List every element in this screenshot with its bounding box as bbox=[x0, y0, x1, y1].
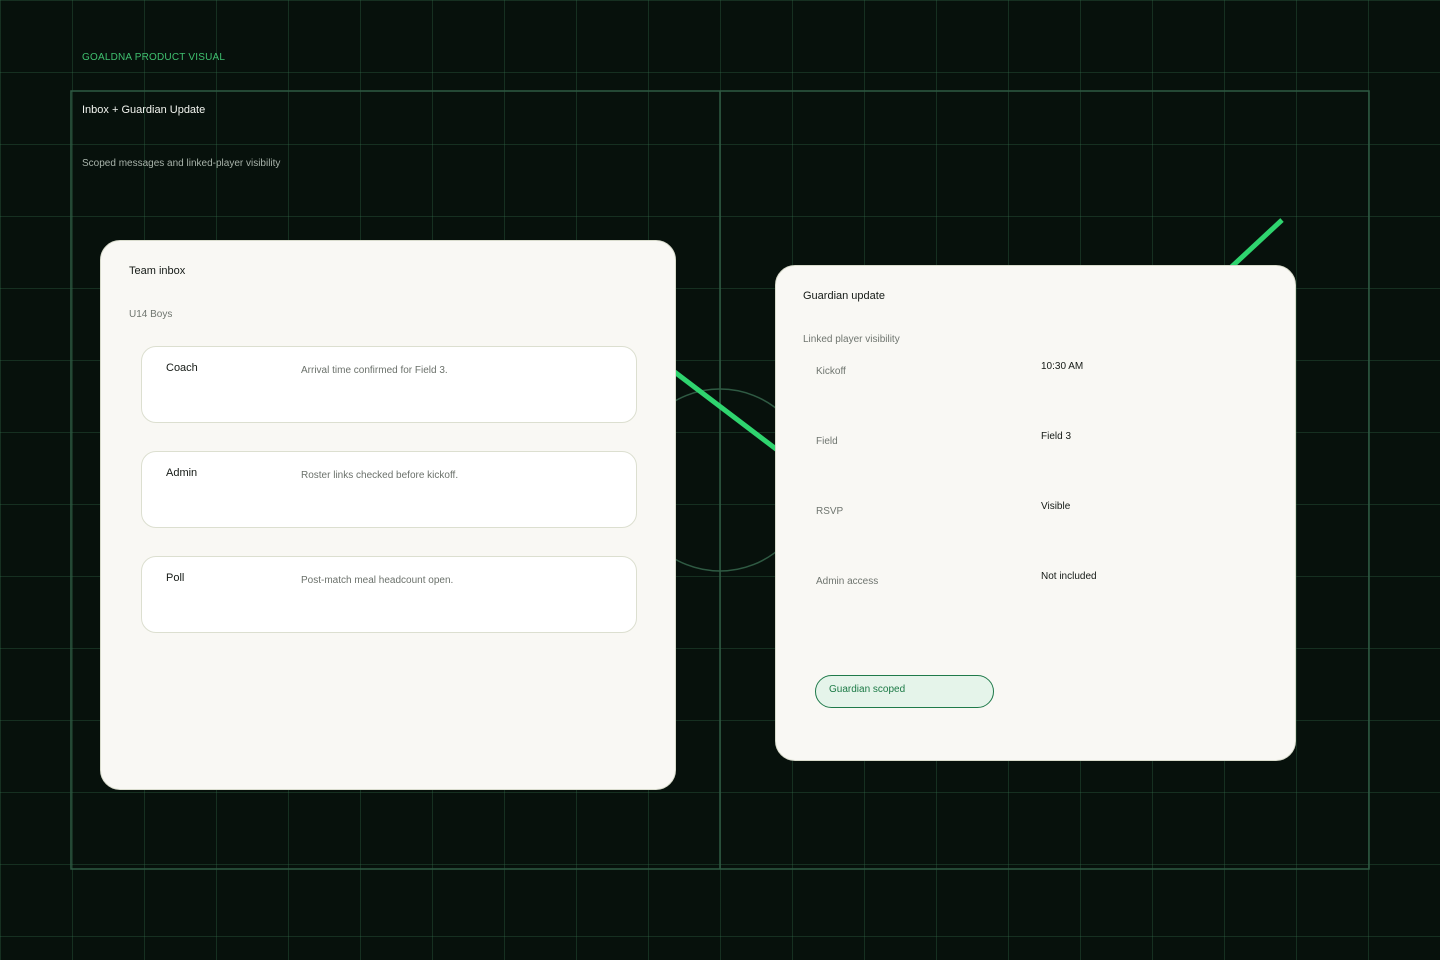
message-preview: Arrival time confirmed for Field 3. bbox=[301, 365, 448, 376]
detail-label-admin-access: Admin access bbox=[816, 576, 879, 587]
detail-label-kickoff: Kickoff bbox=[816, 366, 846, 377]
guardian-scoped-badge-label: Guardian scoped bbox=[829, 684, 906, 695]
message-item-coach[interactable]: Coach Arrival time confirmed for Field 3… bbox=[141, 346, 637, 423]
connector-line-left bbox=[670, 368, 782, 454]
detail-label-field: Field bbox=[816, 436, 838, 447]
message-preview: Post-match meal headcount open. bbox=[301, 575, 454, 586]
guardian-update-subtitle: Linked player visibility bbox=[803, 334, 900, 345]
page-title: Inbox + Guardian Update bbox=[82, 104, 206, 116]
message-sender: Admin bbox=[166, 467, 198, 479]
team-name: U14 Boys bbox=[129, 309, 173, 320]
detail-label-rsvp: RSVP bbox=[816, 506, 844, 517]
message-sender: Coach bbox=[166, 362, 198, 374]
detail-value-field: Field 3 bbox=[1041, 431, 1072, 442]
team-inbox-title: Team inbox bbox=[129, 265, 186, 277]
detail-value-rsvp: Visible bbox=[1041, 501, 1071, 512]
page-subtitle: Scoped messages and linked-player visibi… bbox=[82, 158, 281, 169]
eyebrow-label: GOALDNA PRODUCT VISUAL bbox=[82, 52, 226, 63]
guardian-update-card: Guardian update Linked player visibility… bbox=[775, 265, 1296, 761]
detail-value-kickoff: 10:30 AM bbox=[1041, 361, 1084, 372]
message-sender: Poll bbox=[166, 572, 185, 584]
message-item-poll[interactable]: Poll Post-match meal headcount open. bbox=[141, 556, 637, 633]
team-inbox-card: Team inbox U14 Boys Coach Arrival time c… bbox=[100, 240, 676, 790]
product-visual-canvas: GOALDNA PRODUCT VISUAL Inbox + Guardian … bbox=[0, 0, 1440, 960]
message-preview: Roster links checked before kickoff. bbox=[301, 470, 459, 481]
detail-value-admin-access: Not included bbox=[1041, 571, 1097, 582]
guardian-update-title: Guardian update bbox=[803, 290, 885, 302]
guardian-scoped-badge: Guardian scoped bbox=[815, 675, 994, 708]
message-item-admin[interactable]: Admin Roster links checked before kickof… bbox=[141, 451, 637, 528]
